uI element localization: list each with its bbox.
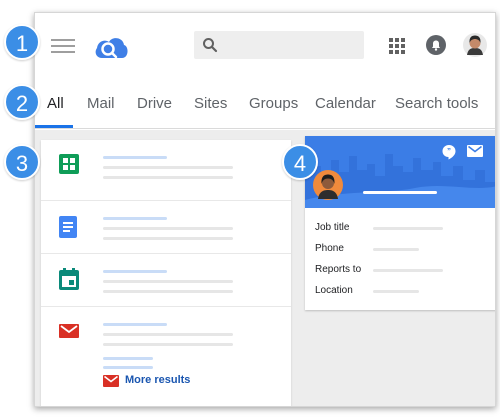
- search-icon: [203, 38, 218, 53]
- tab-calendar[interactable]: Calendar: [315, 95, 376, 112]
- field-reports-to: Reports to: [315, 264, 362, 275]
- results-list: More results: [41, 140, 291, 406]
- callout-badge-1: 1: [4, 24, 40, 60]
- field-location: Location: [315, 285, 353, 296]
- result-item[interactable]: [41, 201, 291, 254]
- tab-sites[interactable]: Sites: [194, 95, 227, 112]
- hangouts-icon[interactable]: ”: [441, 144, 457, 160]
- active-tab-indicator: [35, 125, 73, 128]
- field-value-line: [373, 269, 443, 272]
- field-value-line: [373, 248, 419, 251]
- field-value-line: [373, 227, 443, 230]
- app-window: All Mail Drive Sites Groups Calendar Sea…: [34, 12, 496, 407]
- contact-name-line: [363, 191, 437, 194]
- mail-icon[interactable]: [467, 145, 483, 157]
- result-snippet-line: [103, 176, 233, 179]
- callout-badge-2: 2: [4, 84, 40, 120]
- tab-mail[interactable]: Mail: [87, 95, 115, 112]
- result-title-line: [103, 270, 167, 273]
- result-snippet-line: [103, 237, 233, 240]
- sheets-icon: [59, 154, 79, 174]
- profile-card-header: ”: [305, 136, 495, 208]
- more-results-label: More results: [125, 374, 191, 386]
- tab-search-tools[interactable]: Search tools: [395, 95, 478, 112]
- result-snippet-line: [103, 227, 233, 230]
- search-tabs: All Mail Drive Sites Groups Calendar Sea…: [35, 89, 495, 129]
- result-snippet-line: [103, 333, 233, 336]
- cloud-search-logo-icon: [95, 38, 128, 59]
- gmail-icon: [103, 375, 119, 387]
- menu-icon[interactable]: [51, 39, 75, 53]
- results-area: More results ” Job title Phone Reports t…: [35, 130, 495, 406]
- notifications-bell-icon[interactable]: [425, 34, 447, 56]
- tab-groups[interactable]: Groups: [249, 95, 298, 112]
- result-item[interactable]: [41, 307, 291, 406]
- result-link-line: [103, 366, 153, 369]
- result-item[interactable]: [41, 254, 291, 307]
- result-link-line: [103, 357, 153, 360]
- field-value-line: [373, 290, 419, 293]
- result-item[interactable]: [41, 140, 291, 201]
- field-job-title: Job title: [315, 222, 350, 233]
- contact-avatar-icon: [313, 170, 343, 200]
- field-phone: Phone: [315, 243, 344, 254]
- result-title-line: [103, 156, 167, 159]
- apps-grid-icon[interactable]: [389, 38, 405, 54]
- result-title-line: [103, 323, 167, 326]
- tab-drive[interactable]: Drive: [137, 95, 172, 112]
- svg-text:”: ”: [447, 147, 451, 156]
- result-snippet-line: [103, 343, 233, 346]
- callout-badge-3: 3: [4, 144, 40, 180]
- user-avatar-icon[interactable]: [463, 33, 487, 57]
- calendar-icon: [59, 268, 79, 290]
- docs-icon: [59, 216, 77, 238]
- search-input[interactable]: [194, 31, 364, 59]
- profile-card: ” Job title Phone Reports to Location: [305, 136, 495, 310]
- top-bar: [35, 13, 495, 81]
- result-snippet-line: [103, 280, 233, 283]
- result-snippet-line: [103, 290, 233, 293]
- callout-badge-4: 4: [282, 144, 318, 180]
- result-title-line: [103, 217, 167, 220]
- tab-all[interactable]: All: [47, 95, 64, 112]
- result-snippet-line: [103, 166, 233, 169]
- gmail-icon: [59, 324, 79, 338]
